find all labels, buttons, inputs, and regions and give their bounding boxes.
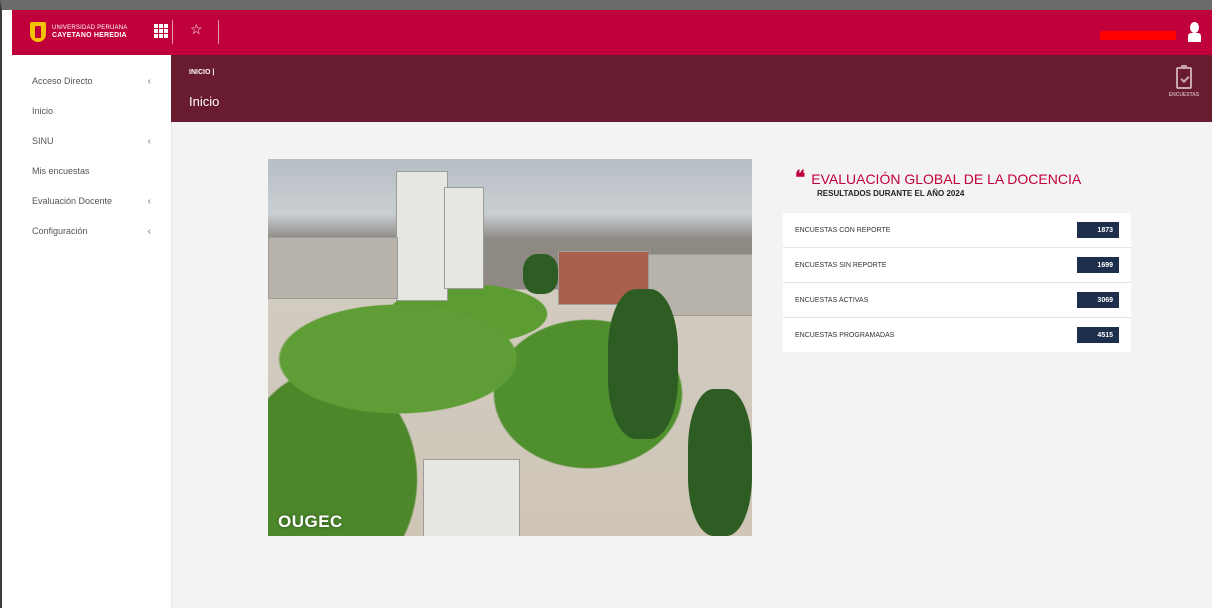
stat-label: ENCUESTAS SIN REPORTE xyxy=(795,261,887,269)
sidebar-item-label: Configuración xyxy=(32,226,88,236)
sidebar-item[interactable]: Configuración ‹ xyxy=(12,216,171,246)
sidebar-item[interactable]: Inicio xyxy=(12,96,171,126)
stats-list: ENCUESTAS CON REPORTE 1873 ENCUESTAS SIN R… xyxy=(783,213,1131,352)
campus-photo: OUGEC xyxy=(268,159,752,536)
stat-label: ENCUESTAS CON REPORTE xyxy=(795,226,891,234)
stat-row: ENCUESTAS CON REPORTE 1873 xyxy=(783,213,1131,248)
stat-badge: 4515 xyxy=(1077,327,1119,343)
top-navbar: UNIVERSIDAD PERUANA CAYETANO HEREDIA ☆ xyxy=(12,10,1212,55)
page-title: Inicio xyxy=(189,94,220,109)
breadcrumb[interactable]: INICIO | xyxy=(189,69,214,76)
stat-badge: 1699 xyxy=(1077,257,1119,273)
logo-text: UNIVERSIDAD PERUANA CAYETANO HEREDIA xyxy=(52,25,127,39)
sidebar-item-label: SINU xyxy=(32,136,54,146)
stat-label: ENCUESTAS PROGRAMADAS xyxy=(795,331,895,339)
page-header: INICIO | Inicio ENCUESTAS xyxy=(171,55,1212,122)
sidebar: Acceso Directo ‹ Inicio SINU ‹ Mis encuestas E… xyxy=(12,55,172,608)
shield-logo-icon xyxy=(30,22,46,42)
sidebar-item-label: Inicio xyxy=(32,106,54,116)
star-icon[interactable]: ☆ xyxy=(190,21,203,38)
sidebar-item[interactable]: SINU ‹ xyxy=(12,126,171,156)
evaluation-panel: ❝ EVALUACIÓN GLOBAL DE LA DOCENCIA RESUL… xyxy=(783,159,1131,352)
encuestas-label: ENCUESTAS xyxy=(1168,92,1200,98)
chevron-left-icon: ‹ xyxy=(147,195,151,207)
stat-badge: 3069 xyxy=(1077,292,1119,308)
encuestas-button[interactable]: ENCUESTAS xyxy=(1164,65,1204,113)
quote-icon: ❝ xyxy=(795,167,806,189)
logo-line-1: UNIVERSIDAD PERUANA xyxy=(52,25,128,31)
user-icon[interactable] xyxy=(1186,22,1202,44)
university-logo[interactable]: UNIVERSIDAD PERUANA CAYETANO HEREDIA xyxy=(30,19,140,45)
stat-label: ENCUESTAS ACTIVAS xyxy=(795,296,869,304)
sidebar-item-label: Acceso Directo xyxy=(32,76,93,86)
redacted-username[interactable] xyxy=(1100,31,1176,40)
evaluation-subtitle: RESULTADOS DURANTE EL AÑO 2024 xyxy=(817,189,965,198)
stat-row: ENCUESTAS PROGRAMADAS 4515 xyxy=(783,318,1131,352)
main-content: OUGEC ❝ EVALUACIÓN GLOBAL DE LA DOCENCIA… xyxy=(172,122,1212,608)
sidebar-item[interactable]: Mis encuestas xyxy=(12,156,171,186)
sidebar-item-label: Evaluación Docente xyxy=(32,196,113,206)
evaluation-title: EVALUACIÓN GLOBAL DE LA DOCENCIA xyxy=(811,171,1082,187)
logo-line-2: CAYETANO HEREDIA xyxy=(52,32,127,39)
chevron-left-icon: ‹ xyxy=(147,225,151,237)
photo-label: OUGEC xyxy=(278,512,343,531)
stat-row: ENCUESTAS SIN REPORTE 1699 xyxy=(783,248,1131,283)
clipboard-check-icon xyxy=(1176,65,1192,89)
chevron-left-icon: ‹ xyxy=(147,75,151,87)
divider xyxy=(172,20,173,44)
grid-icon[interactable] xyxy=(154,24,168,38)
sidebar-item[interactable]: Evaluación Docente ‹ xyxy=(12,186,171,216)
sidebar-item[interactable]: Acceso Directo ‹ xyxy=(12,66,171,96)
sidebar-item-label: Mis encuestas xyxy=(32,166,90,176)
stat-badge: 1873 xyxy=(1077,222,1119,238)
chevron-left-icon: ‹ xyxy=(147,135,151,147)
divider xyxy=(218,20,219,44)
stat-row: ENCUESTAS ACTIVAS 3069 xyxy=(783,283,1131,318)
